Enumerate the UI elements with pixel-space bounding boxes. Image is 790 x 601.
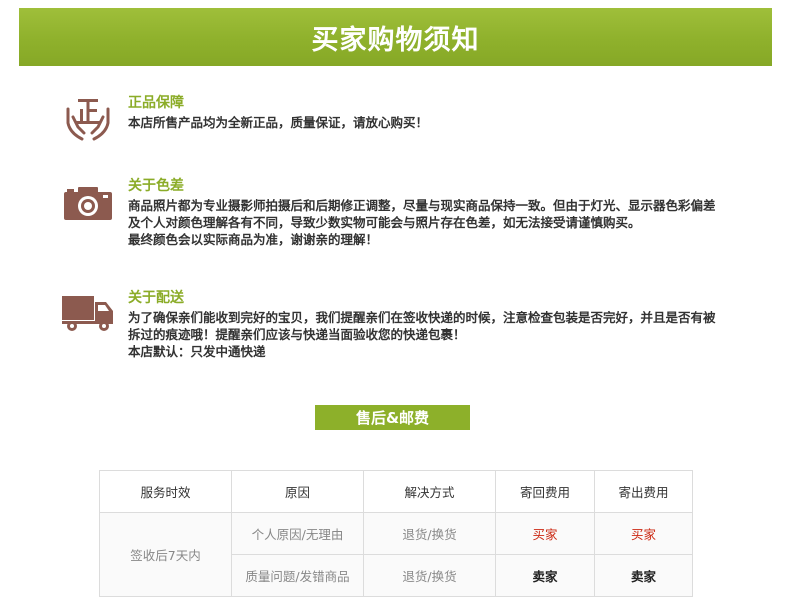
header-period: 服务时效	[99, 470, 232, 513]
page-banner: 买家购物须知	[19, 8, 772, 66]
cell-return-fee: 买家	[495, 512, 595, 555]
cell-period: 签收后7天内	[99, 512, 232, 597]
header-return-fee: 寄回费用	[495, 470, 595, 513]
truck-icon	[62, 296, 113, 331]
section-body: 商品照片都为专业摄影师拍摄后和后期修正调整，尽量与现实商品保持一致。但由于灯光、…	[128, 197, 778, 248]
section-title: 关于配送	[128, 290, 184, 306]
section-body: 为了确保亲们能收到完好的宝贝，我们提醒亲们在签收快递的时候，注意检查包装是否完好…	[128, 309, 778, 360]
body-line: 最终颜色会以实际商品为准，谢谢亲的理解！	[128, 232, 379, 247]
cell-send-fee: 买家	[594, 512, 693, 555]
header-solution: 解决方式	[363, 470, 496, 513]
section-delivery: 关于配送 为了确保亲们能收到完好的宝贝，我们提醒亲们在签收快递的时候，注意检查包…	[60, 290, 780, 370]
table-row: 签收后7天内 个人原因/无理由 退货/换货 买家 买家	[99, 512, 693, 597]
body-line: 及个人对颜色理解各有不同，导致少数实物可能会与照片存在色差，如无法接受请谨慎购买…	[128, 215, 641, 230]
body-line: 拆过的痕迹哦！提醒亲们应该与快递当面验收您的快递包裹！	[128, 327, 466, 342]
body-line: 为了确保亲们能收到完好的宝贝，我们提醒亲们在签收快递的时候，注意检查包装是否完好…	[128, 310, 716, 325]
page-title: 买家购物须知	[311, 24, 480, 56]
cell-return-fee: 卖家	[495, 554, 595, 597]
header-send-fee: 寄出费用	[594, 470, 693, 513]
after-sale-table: 服务时效 原因 解决方式 寄回费用 寄出费用 签收后7天内 个人原因/无理由 退…	[99, 470, 693, 597]
cell-solution: 退货/换货	[363, 512, 496, 555]
body-line: 本店默认：只发中通快递	[128, 344, 266, 359]
cell-reason: 个人原因/无理由	[231, 512, 364, 555]
camera-icon	[64, 187, 112, 220]
section-authentic: 正品保障 本店所售产品均为全新正品，质量保证，请放心购买！	[60, 95, 780, 145]
after-sale-title: 售后&邮费	[355, 409, 430, 427]
after-sale-banner: 售后&邮费	[315, 405, 470, 430]
section-title: 关于色差	[128, 178, 184, 194]
body-line: 商品照片都为专业摄影师拍摄后和后期修正调整，尽量与现实商品保持一致。但由于灯光、…	[128, 198, 716, 213]
section-body: 本店所售产品均为全新正品，质量保证，请放心购买！	[128, 114, 778, 131]
section-title: 正品保障	[128, 95, 184, 111]
cell-solution: 退货/换货	[363, 554, 496, 597]
cell-send-fee: 卖家	[594, 554, 693, 597]
body-line: 本店所售产品均为全新正品，质量保证，请放心购买！	[128, 115, 429, 130]
cell-reason: 质量问题/发错商品	[231, 554, 364, 597]
section-color-difference: 关于色差 商品照片都为专业摄影师拍摄后和后期修正调整，尽量与现实商品保持一致。但…	[60, 178, 780, 258]
header-reason: 原因	[231, 470, 364, 513]
table-header-row: 服务时效 原因 解决方式 寄回费用 寄出费用	[99, 470, 693, 513]
hands-zheng-icon	[66, 99, 110, 141]
